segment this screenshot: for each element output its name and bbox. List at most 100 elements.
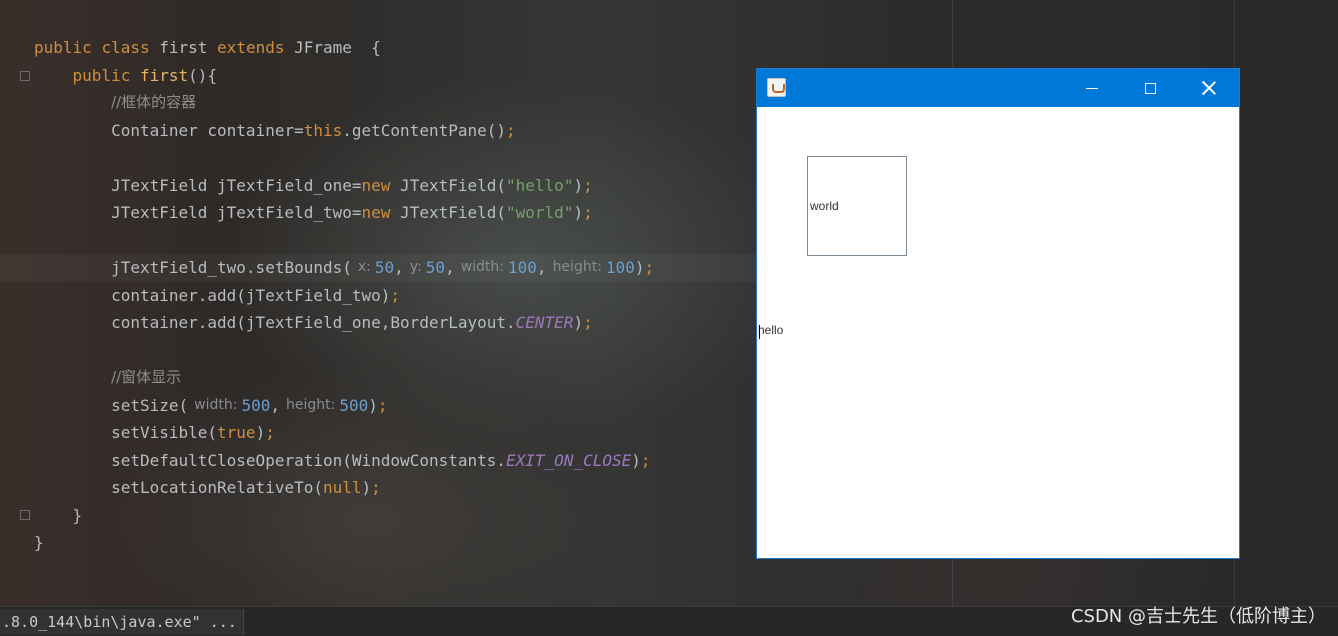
code-line[interactable]: Container container= this .getContentPane(… <box>34 117 760 145</box>
code-token: 500 <box>241 395 271 415</box>
code-token: JTextField jTextField_one= <box>34 175 362 195</box>
code-token: public <box>34 38 92 57</box>
close-button[interactable] <box>1180 69 1238 107</box>
minimize-icon <box>1086 87 1098 89</box>
code-line[interactable]: JTextField jTextField_one= new JTextField… <box>34 172 760 200</box>
code-token: ; <box>377 395 388 415</box>
code-token: true <box>217 423 256 442</box>
code-line[interactable]: public class first extends JFrame { <box>34 34 760 62</box>
watermark-text: CSDN @吉士先生（低阶博主） <box>1070 606 1326 627</box>
code-token: //框体的容器 <box>111 93 197 111</box>
code-token: setLocationRelativeTo( <box>34 478 323 497</box>
content-pane: world hello <box>757 107 1239 558</box>
code-token: ) <box>368 395 378 415</box>
code-line[interactable]: } <box>34 529 760 557</box>
text-field-hello[interactable]: hello <box>758 323 783 337</box>
fold-icon[interactable] <box>20 510 30 520</box>
text-caret <box>759 325 760 339</box>
code-line[interactable]: container.add(jTextField_two); <box>34 282 760 310</box>
code-token: ) <box>573 175 584 195</box>
code-token: 50 <box>425 258 446 277</box>
code-token: ; <box>583 313 593 332</box>
code-line[interactable]: container.add(jTextField_one,BorderLayou… <box>34 309 760 337</box>
code-editor[interactable]: public class first extends JFrame { publ… <box>0 34 760 557</box>
code-line[interactable] <box>34 227 760 255</box>
run-command-label[interactable]: .8.0_144\bin\java.exe" ... <box>0 609 244 635</box>
code-token: ; <box>644 258 655 277</box>
java-cup-icon[interactable] <box>767 78 786 97</box>
code-token: JTextField( <box>390 175 507 195</box>
code-token: "world" <box>506 203 574 222</box>
code-token: } <box>34 533 44 552</box>
code-line[interactable]: } <box>34 502 760 530</box>
maximize-button[interactable] <box>1121 69 1179 107</box>
code-line[interactable]: jTextField_two.setBounds(x: 50, y: 50, width… <box>0 254 760 282</box>
code-token: JFrame { <box>284 38 381 57</box>
code-token: new <box>361 203 391 222</box>
code-token: //窗体显示 <box>111 368 182 386</box>
code-token: ) <box>255 423 266 442</box>
maximize-icon <box>1144 82 1156 94</box>
parameter-hint: y: <box>409 259 422 275</box>
code-token: .getContentPane() <box>342 120 507 140</box>
code-line[interactable] <box>34 144 760 172</box>
code-token: ; <box>583 175 593 195</box>
code-line[interactable]: //框体的容器 <box>34 89 760 117</box>
code-line[interactable]: public first(){ <box>34 62 760 90</box>
code-token: 50 <box>374 258 395 277</box>
fold-icon[interactable] <box>20 71 30 81</box>
code-token: public <box>72 65 131 85</box>
code-token: ; <box>506 120 516 140</box>
code-token: ) <box>573 203 584 222</box>
minimize-button[interactable] <box>1063 69 1121 107</box>
code-token: ; <box>390 285 401 305</box>
parameter-hint: width: <box>460 259 505 275</box>
code-token: container.add(jTextField_two) <box>34 285 391 305</box>
code-token: , <box>445 258 455 277</box>
code-token: CENTER <box>515 313 574 332</box>
code-token: EXIT_ON_CLOSE <box>506 450 632 470</box>
code-token: 500 <box>339 395 369 415</box>
code-line[interactable]: JTextField jTextField_two= new JTextField… <box>34 199 760 227</box>
parameter-hint: height: <box>552 259 602 275</box>
code-token: ; <box>371 478 381 497</box>
code-token: first <box>149 38 218 57</box>
java-frame-window[interactable]: world hello <box>756 68 1240 559</box>
code-token: class <box>101 38 150 57</box>
code-token: setDefaultCloseOperation(WindowConstants… <box>34 450 507 470</box>
code-token: ) <box>361 478 372 497</box>
code-token: 100 <box>508 258 537 277</box>
code-line[interactable]: setLocationRelativeTo(null); <box>34 474 760 502</box>
code-token: ; <box>583 203 593 222</box>
code-token: ) <box>573 313 584 332</box>
code-token: "hello" <box>506 175 574 195</box>
code-token: jTextField_two.setBounds( <box>34 258 352 277</box>
code-token: Container container= <box>34 120 304 140</box>
close-icon <box>1202 81 1216 95</box>
code-token: JTextField jTextField_two= <box>34 203 362 222</box>
code-line[interactable]: setVisible(true); <box>34 419 760 447</box>
code-token: null <box>322 478 362 497</box>
window-title-bar[interactable] <box>757 69 1239 107</box>
editor-gutter <box>0 0 30 574</box>
code-token: first <box>139 65 189 85</box>
code-token: setVisible( <box>34 423 218 442</box>
code-line[interactable]: setSize(width: 500, height: 500); <box>34 392 760 420</box>
code-token: ; <box>640 450 651 470</box>
code-token: ) <box>631 450 641 470</box>
code-token: , <box>270 395 280 415</box>
code-token: ) <box>634 258 645 277</box>
parameter-hint: width: <box>194 396 238 413</box>
parameter-hint: height: <box>285 396 336 413</box>
code-line[interactable]: setDefaultCloseOperation(WindowConstants… <box>34 447 760 475</box>
parameter-hint: x: <box>357 259 371 275</box>
code-token: this <box>303 120 343 140</box>
code-token: , <box>536 258 547 277</box>
code-line[interactable]: //窗体显示 <box>34 364 760 392</box>
text-field-world[interactable]: world <box>807 156 907 256</box>
code-line[interactable] <box>34 337 760 365</box>
